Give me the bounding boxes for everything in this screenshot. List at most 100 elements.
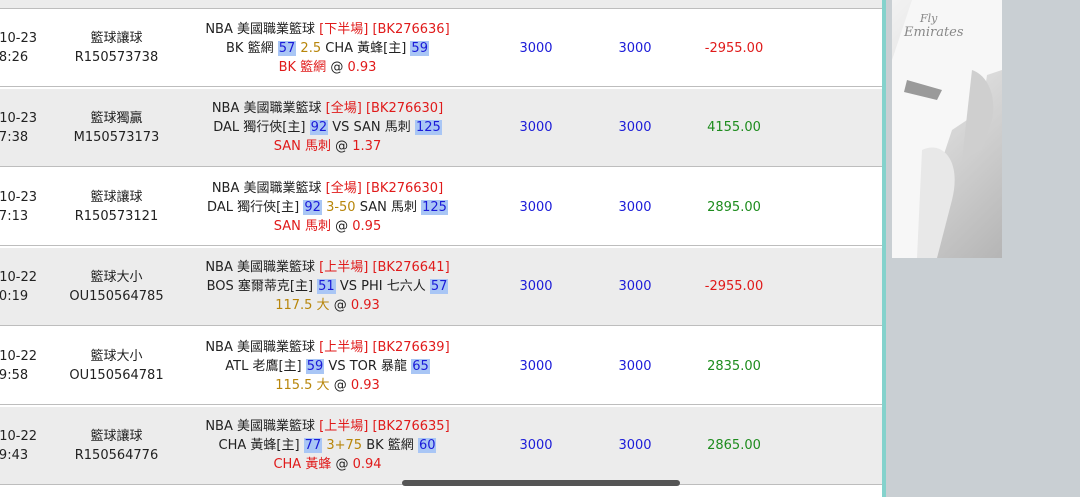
- away-score: 125: [414, 120, 442, 135]
- table-row: 25-10-22 2:39:43 籃球讓球 R150564776 NBA 美國職…: [0, 406, 882, 485]
- bet-time: 2:39:58: [0, 368, 29, 383]
- odds: 1.37: [352, 139, 382, 154]
- home-score: 51: [317, 279, 336, 294]
- bet-type-cell: 籃球獨贏 M150573173: [60, 89, 173, 167]
- event-id: [BK276630]: [365, 101, 444, 116]
- matchup-line: DAL 獨行俠[主] 92 VS SAN 馬刺 125: [213, 118, 442, 137]
- matchup-separator: VS: [339, 279, 357, 294]
- matchup-line: BOS 塞爾蒂克[主] 51 VS PHI 七六人 57: [207, 277, 449, 296]
- away-score: 59: [410, 40, 429, 56]
- league-name: NBA 美國職業籃球: [205, 260, 315, 275]
- odds-at: @: [335, 218, 349, 234]
- matchup-separator: VS: [332, 120, 350, 135]
- league-name: NBA 美國職業籃球: [211, 180, 322, 196]
- bet-amount-value: 3000: [519, 199, 553, 215]
- odds-at: @: [330, 59, 344, 75]
- valid-amount-value: 3000: [618, 438, 652, 453]
- bet-type-cell: 籃球大小 OU150564781: [60, 327, 173, 405]
- result-value: 4155.00: [707, 120, 761, 135]
- result-value: -2955.00: [704, 40, 764, 56]
- matchup-separator: 3+75: [326, 438, 363, 453]
- result-amount: -2955.00: [684, 9, 784, 87]
- home-score: 92: [309, 120, 329, 135]
- away-team: PHI 七六人: [361, 279, 426, 294]
- away-score: 65: [411, 358, 430, 374]
- table-row: 25-10-23 3:38:26 籃球讓球 R150573738 NBA 美國職…: [0, 9, 882, 87]
- table-row: 25-10-23 3:27:13 籃球讓球 R150573121 NBA 美國職…: [0, 168, 882, 246]
- bet-time: 2:40:19: [0, 288, 29, 304]
- bet-amount-value: 3000: [519, 358, 553, 374]
- result-amount: 2865.00: [684, 407, 784, 485]
- bet-amount: 3000: [486, 9, 586, 87]
- bet-type-cell: 籃球讓球 R150573738: [60, 9, 173, 87]
- pick: 117.5 大: [275, 298, 330, 313]
- bet-time: 3:38:26: [0, 50, 29, 65]
- odds-at: @: [333, 377, 347, 393]
- bet-datetime: 25-10-23 3:38:26: [0, 9, 63, 87]
- bet-type: 籃球大小: [90, 349, 143, 364]
- home-team: ATL 老鷹[主]: [225, 358, 302, 374]
- home-score: 92: [303, 199, 322, 215]
- pick-line: SAN 馬刺 @ 1.37: [274, 137, 381, 156]
- bet-time: 3:27:38: [0, 129, 29, 145]
- bet-type: 籃球讓球: [90, 31, 143, 46]
- event-id: [BK276636]: [372, 21, 450, 37]
- match-period: [全場]: [325, 180, 362, 196]
- away-score: 125: [421, 199, 448, 215]
- result-amount: 2835.00: [684, 327, 784, 405]
- bet-amount: 3000: [486, 248, 586, 326]
- result-amount: 4155.00: [684, 89, 784, 167]
- valid-amount-value: 3000: [618, 279, 652, 294]
- bet-amount-value: 3000: [519, 279, 553, 294]
- valid-amount: 3000: [585, 248, 685, 326]
- league-name: NBA 美國職業籃球: [205, 21, 315, 37]
- valid-amount: 3000: [585, 9, 685, 87]
- bet-datetime: 25-10-22 2:40:19: [0, 248, 63, 326]
- away-score: 60: [417, 438, 437, 453]
- bet-type-cell: 籃球大小 OU150564785: [60, 248, 173, 326]
- horizontal-scrollbar[interactable]: [402, 480, 680, 486]
- result-value: 2895.00: [707, 199, 761, 215]
- bet-datetime: 25-10-23 3:27:13: [0, 168, 63, 246]
- bet-type: 籃球讓球: [90, 428, 143, 444]
- bet-date: 25-10-23: [0, 31, 38, 46]
- away-score: 57: [429, 279, 449, 294]
- result-amount: -2955.00: [684, 248, 784, 326]
- pick: 115.5 大: [275, 377, 330, 393]
- bet-type-cell: 籃球讓球 R150573121: [60, 168, 173, 246]
- bet-time: 3:27:13: [0, 209, 29, 224]
- previous-row-edge: [0, 0, 882, 9]
- valid-amount-value: 3000: [618, 40, 652, 56]
- ticket-number: R150573738: [74, 50, 159, 65]
- bet-detail: NBA 美國職業籃球 [上半場] [BK276641] BOS 塞爾蒂克[主] …: [175, 248, 480, 326]
- bet-datetime: 25-10-22 2:39:43: [0, 407, 63, 485]
- bet-type: 籃球獨贏: [90, 110, 143, 126]
- home-team: DAL 獨行俠[主]: [207, 199, 300, 215]
- right-panel: Fly Emirates: [886, 0, 1080, 497]
- league-line: NBA 美國職業籃球 [上半場] [BK276639]: [205, 338, 449, 357]
- home-team: DAL 獨行俠[主]: [213, 120, 306, 135]
- result-value: -2955.00: [704, 279, 764, 294]
- home-team: BK 籃網: [226, 40, 274, 56]
- bet-date: 25-10-23: [0, 110, 38, 126]
- table-row: 25-10-23 3:27:38 籃球獨贏 M150573173 NBA 美國職…: [0, 88, 882, 167]
- bet-date: 25-10-22: [0, 349, 38, 364]
- valid-amount-value: 3000: [618, 358, 652, 374]
- bet-history-table: 25-10-23 3:38:26 籃球讓球 R150573738 NBA 美國職…: [0, 0, 882, 497]
- league-line: NBA 美國職業籃球 [上半場] [BK276635]: [205, 417, 449, 436]
- away-team: CHA 黃蜂[主]: [325, 40, 407, 56]
- league-line: NBA 美國職業籃球 [上半場] [BK276641]: [205, 258, 449, 277]
- bet-detail: NBA 美國職業籃球 [下半場] [BK276636] BK 籃網 57 2.5…: [175, 9, 480, 87]
- match-period: [下半場]: [319, 21, 369, 37]
- event-id: [BK276630]: [365, 180, 444, 196]
- matchup-separator: 3-50: [326, 199, 356, 215]
- valid-amount: 3000: [585, 89, 685, 167]
- bet-detail: NBA 美國職業籃球 [上半場] [BK276635] CHA 黃蜂[主] 77…: [175, 407, 480, 485]
- away-team: SAN 馬刺: [359, 199, 417, 215]
- matchup-separator: 2.5: [300, 40, 322, 56]
- matchup-line: CHA 黃蜂[主] 77 3+75 BK 籃網 60: [219, 436, 437, 455]
- event-id: [BK276641]: [372, 260, 450, 275]
- result-value: 2835.00: [707, 358, 761, 374]
- event-id: [BK276639]: [372, 339, 450, 355]
- matchup-line: BK 籃網 57 2.5 CHA 黃蜂[主] 59: [226, 39, 429, 58]
